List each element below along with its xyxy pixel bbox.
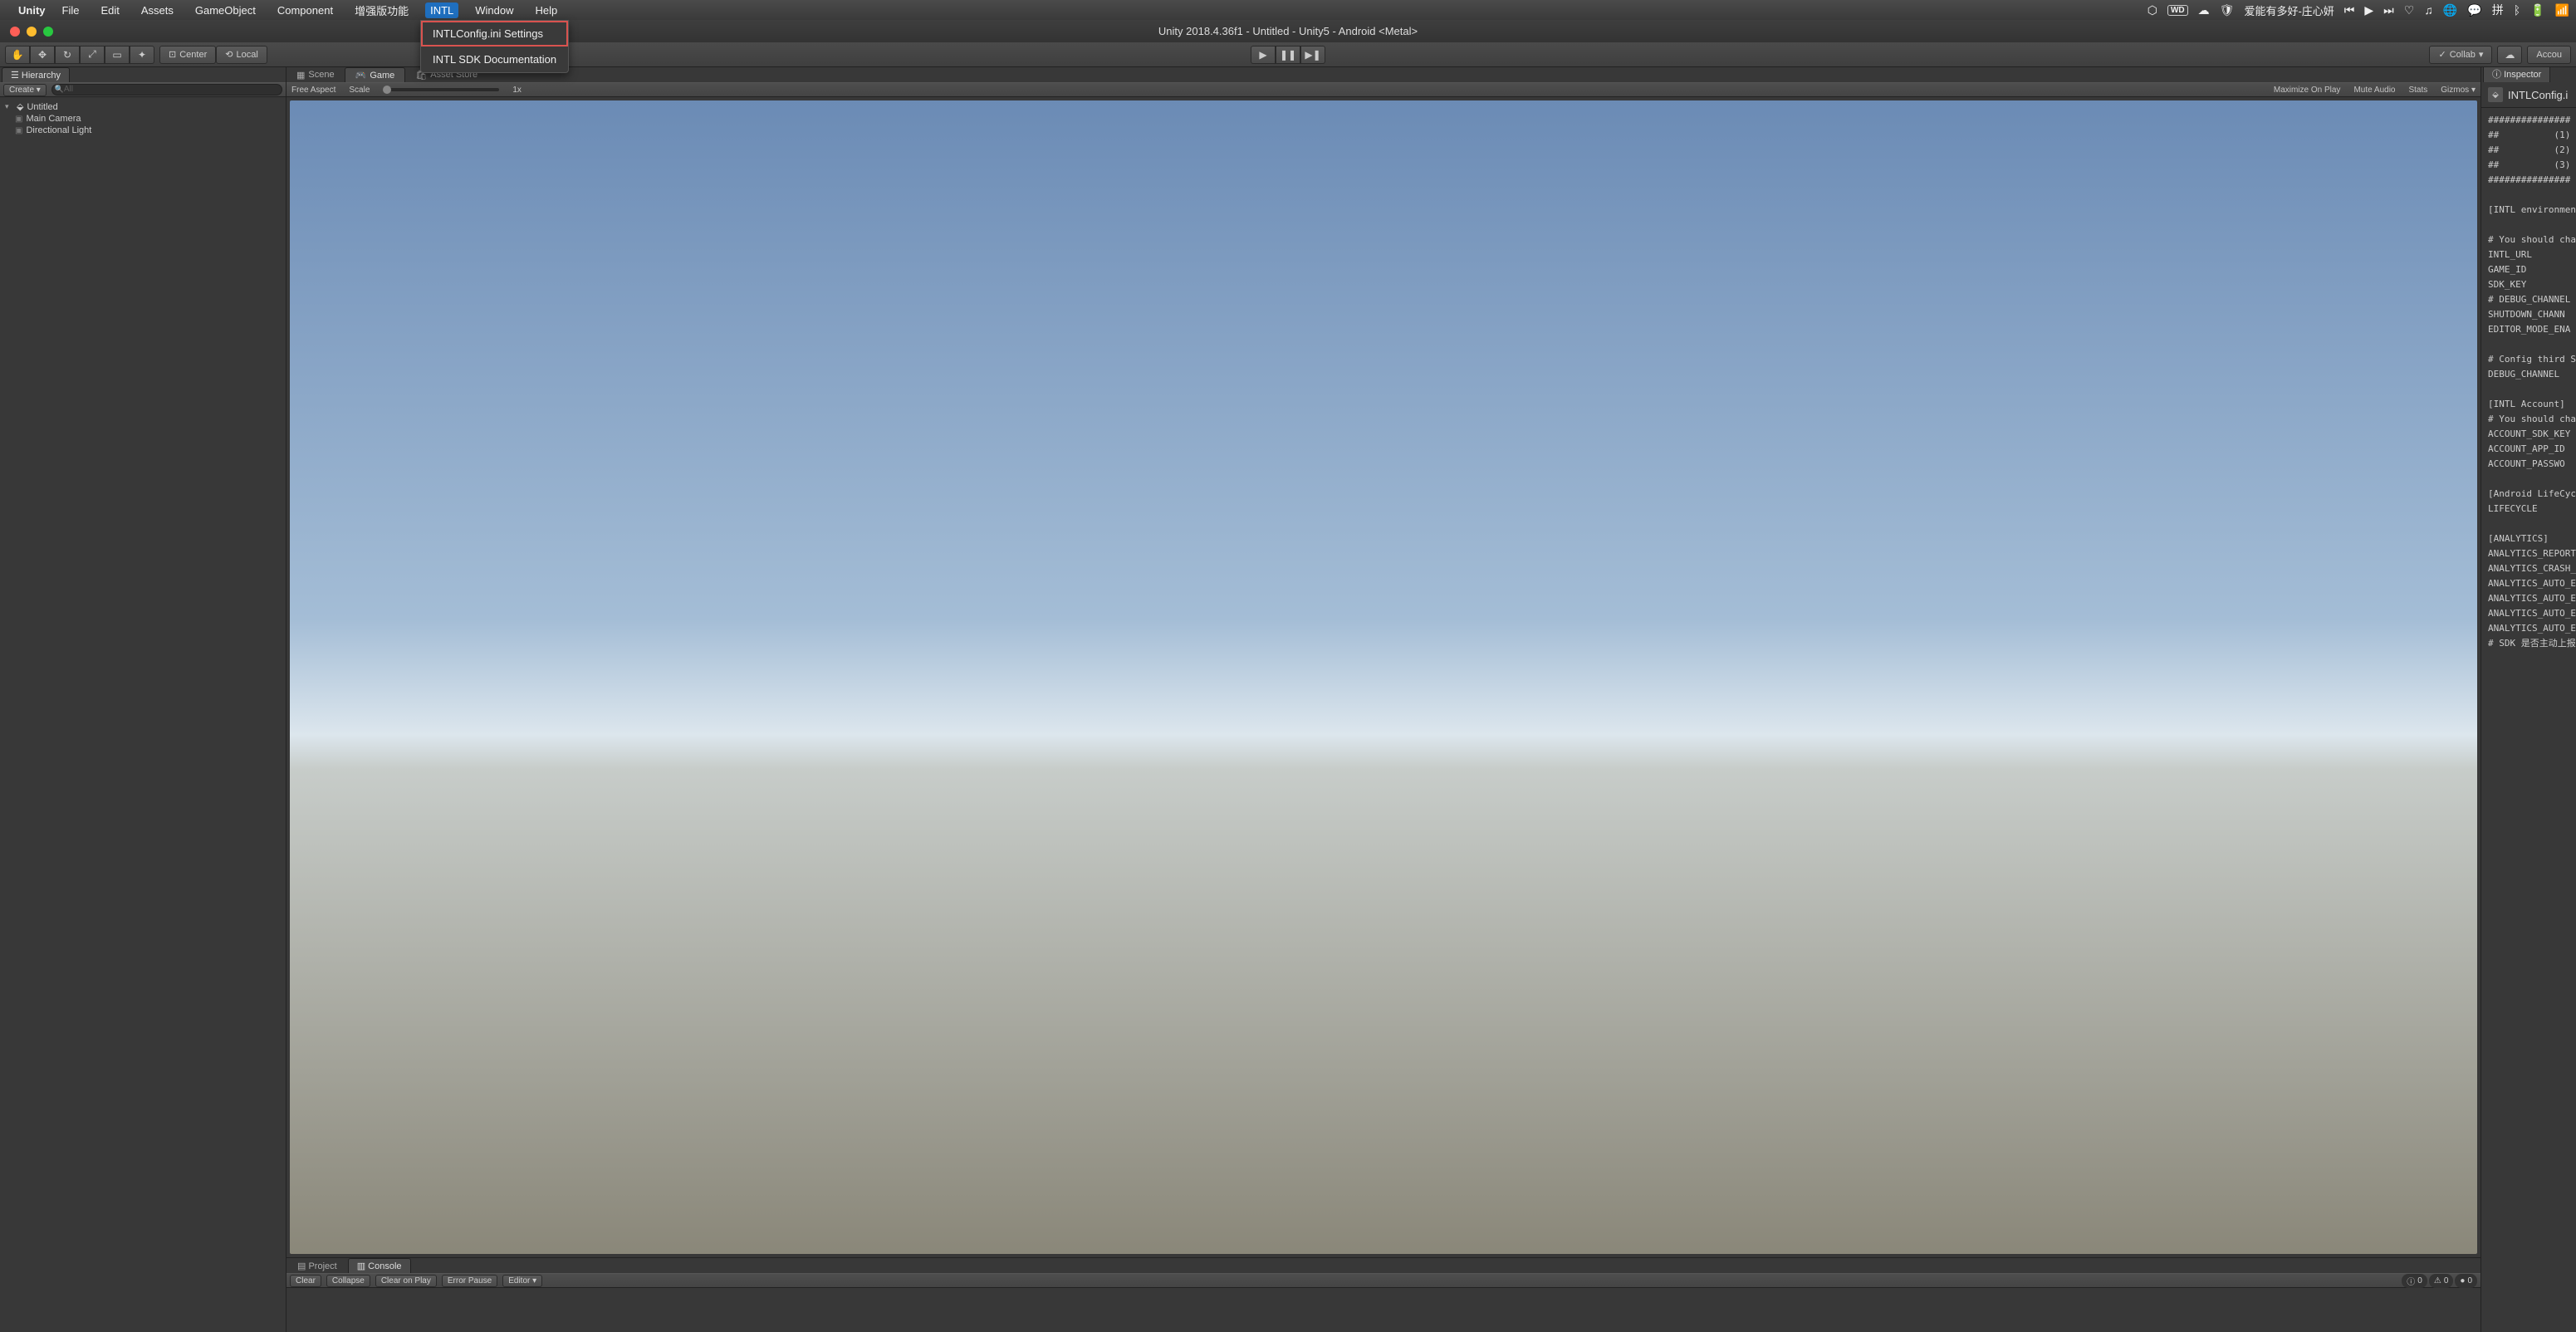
- inspector-filename: INTLConfig.i: [2508, 89, 2568, 101]
- gameobject-icon: ▣: [15, 115, 22, 124]
- console-collapse[interactable]: Collapse: [326, 1275, 370, 1287]
- menu-gameobject[interactable]: GameObject: [190, 2, 261, 18]
- next-track-icon[interactable]: ⏭: [2383, 3, 2394, 17]
- window-titlebar: Unity 2018.4.36f1 - Untitled - Unity5 - …: [0, 20, 2576, 42]
- console-editor[interactable]: Editor ▾: [502, 1275, 542, 1287]
- unity-toolbar: ✋ ✥ ↻ ⤢ ▭ ✦ ⊡ Center ⟲ Local ▶ ❚❚ ▶❚ ✓ C…: [0, 42, 2576, 67]
- rect-tool[interactable]: ▭: [105, 46, 130, 64]
- console-clear[interactable]: Clear: [290, 1275, 321, 1287]
- hierarchy-item[interactable]: ▣ Main Camera: [0, 113, 286, 125]
- tab-hierarchy[interactable]: ☰ Hierarchy: [2, 67, 70, 82]
- local-global-toggle[interactable]: ⟲ Local: [216, 46, 267, 64]
- window-minimize-button[interactable]: [27, 27, 37, 37]
- hierarchy-tree: ▾⬙ Untitled ▣ Main Camera ▣ Directional …: [0, 97, 286, 1332]
- move-tool[interactable]: ✥: [30, 46, 55, 64]
- menu-enhanced[interactable]: 增强版功能: [350, 1, 414, 20]
- menuitem-intl-sdk-docs[interactable]: INTL SDK Documentation: [421, 47, 568, 72]
- play-icon[interactable]: ▶: [2364, 3, 2373, 17]
- bluetooth-icon[interactable]: ᛒ: [2514, 3, 2520, 17]
- file-icon: ⬙: [2488, 87, 2503, 102]
- info-count[interactable]: ⓘ 0: [2402, 1274, 2427, 1288]
- opt-gizmos[interactable]: Gizmos ▾: [2441, 86, 2476, 95]
- gameobject-icon: ▣: [15, 126, 22, 135]
- heart-icon[interactable]: ♡: [2404, 3, 2415, 17]
- unity-logo-icon: ⬙: [17, 101, 23, 112]
- tab-console[interactable]: ▥ Console: [348, 1258, 411, 1273]
- prev-track-icon[interactable]: ⏮: [2344, 3, 2355, 17]
- lyrics-icon[interactable]: ♫: [2424, 3, 2433, 17]
- unity-hub-icon[interactable]: ⬡: [2147, 3, 2157, 17]
- warn-count[interactable]: ⚠ 0: [2429, 1274, 2454, 1288]
- macos-menubar: Unity File Edit Assets GameObject Compon…: [0, 0, 2576, 20]
- intl-dropdown: INTLConfig.ini Settings INTL SDK Documen…: [420, 20, 569, 73]
- window-title: Unity 2018.4.36f1 - Untitled - Unity5 - …: [1158, 25, 1418, 37]
- menubar-right: ⬡ WD ☁ 🛡 爱能有多好-庄心妍 ⏮ ▶ ⏭ ♡ ♫ 🌐 💬 拼 ᛒ 🔋 📶: [2147, 2, 2569, 18]
- wd-icon[interactable]: WD: [2167, 5, 2188, 16]
- console-clear-on-play[interactable]: Clear on Play: [375, 1275, 437, 1287]
- pause-button[interactable]: ❚❚: [1276, 46, 1300, 64]
- wifi-icon[interactable]: 📶: [2555, 3, 2569, 17]
- window-maximize-button[interactable]: [43, 27, 53, 37]
- hierarchy-create-button[interactable]: Create ▾: [3, 84, 47, 96]
- tab-project[interactable]: ▤ Project: [288, 1258, 346, 1273]
- account-button[interactable]: Accou: [2527, 46, 2571, 64]
- wechat-icon[interactable]: ☁: [2198, 3, 2210, 17]
- transform-tool[interactable]: ✦: [130, 46, 154, 64]
- rotate-tool[interactable]: ↻: [55, 46, 80, 64]
- menu-file[interactable]: File: [57, 2, 85, 18]
- scale-label: Scale: [349, 86, 370, 95]
- opt-maximize[interactable]: Maximize On Play: [2274, 86, 2341, 95]
- cloud-button[interactable]: ☁: [2497, 46, 2522, 64]
- app-name[interactable]: Unity: [18, 4, 46, 17]
- chat-icon[interactable]: 💬: [2467, 3, 2481, 17]
- game-view[interactable]: [286, 97, 2481, 1257]
- tab-game[interactable]: 🎮 Game: [345, 67, 406, 82]
- aspect-dropdown[interactable]: Free Aspect: [291, 86, 335, 95]
- scale-tool[interactable]: ⤢: [80, 46, 105, 64]
- now-playing[interactable]: 爱能有多好-庄心妍: [2244, 2, 2334, 18]
- hierarchy-search-input[interactable]: All: [51, 84, 282, 95]
- scene-name[interactable]: Untitled: [27, 102, 57, 112]
- menu-assets[interactable]: Assets: [136, 2, 179, 18]
- hand-tool[interactable]: ✋: [5, 46, 30, 64]
- hierarchy-item[interactable]: ▣ Directional Light: [0, 125, 286, 136]
- ini-text-content: ############### ## (1) The ke ## (2) if …: [2481, 108, 2576, 656]
- battery-icon[interactable]: 🔋: [2530, 3, 2544, 17]
- collab-button[interactable]: ✓ Collab ▾: [2429, 46, 2492, 64]
- shield-icon[interactable]: 🛡: [2220, 3, 2235, 17]
- menu-window[interactable]: Window: [470, 2, 518, 18]
- tab-inspector[interactable]: ⓘ Inspector: [2483, 67, 2550, 82]
- menu-intl[interactable]: INTL: [425, 2, 458, 18]
- window-close-button[interactable]: [10, 27, 20, 37]
- step-button[interactable]: ▶❚: [1300, 46, 1325, 64]
- scale-value: 1x: [512, 86, 522, 95]
- input-method-icon[interactable]: 拼: [2492, 2, 2504, 18]
- error-count[interactable]: ● 0: [2455, 1274, 2477, 1288]
- pivot-center-toggle[interactable]: ⊡ Center: [159, 46, 216, 64]
- menuitem-intlconfig-settings[interactable]: INTLConfig.ini Settings: [421, 21, 568, 47]
- menu-edit[interactable]: Edit: [95, 2, 124, 18]
- globe-icon[interactable]: 🌐: [2443, 3, 2457, 17]
- scale-slider[interactable]: [383, 88, 499, 91]
- opt-stats[interactable]: Stats: [2408, 86, 2427, 95]
- tab-scene[interactable]: ▦ Scene: [286, 67, 345, 82]
- menu-help[interactable]: Help: [531, 2, 563, 18]
- play-button[interactable]: ▶: [1251, 46, 1276, 64]
- game-render: [290, 100, 2477, 1254]
- console-body: [286, 1288, 2481, 1332]
- console-error-pause[interactable]: Error Pause: [442, 1275, 497, 1287]
- menu-component[interactable]: Component: [272, 2, 338, 18]
- opt-mute[interactable]: Mute Audio: [2353, 86, 2395, 95]
